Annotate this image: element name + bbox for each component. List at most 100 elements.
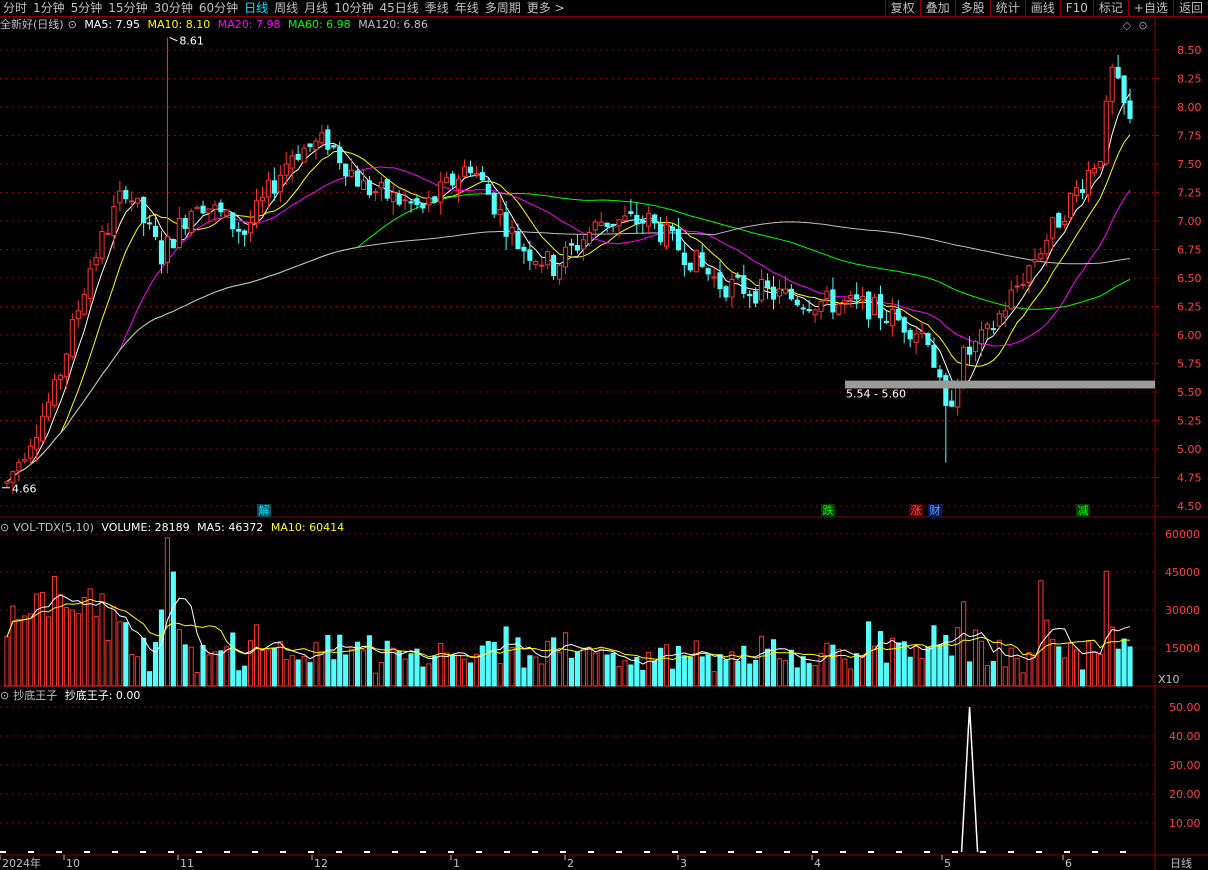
volume-bar bbox=[1056, 646, 1062, 687]
candle-body bbox=[1068, 193, 1074, 218]
candle-body bbox=[182, 217, 188, 229]
candle-body bbox=[818, 301, 824, 312]
volume-bar bbox=[592, 652, 598, 687]
candle-body bbox=[455, 178, 462, 190]
volume-bar bbox=[283, 659, 289, 687]
candle-body bbox=[1115, 66, 1121, 79]
candle-body bbox=[699, 252, 705, 267]
price-tick-label: 8.00 bbox=[1177, 101, 1202, 114]
candle-body bbox=[99, 231, 105, 259]
volume-bar bbox=[22, 615, 28, 687]
volume-bar bbox=[961, 601, 967, 687]
candle-body bbox=[741, 275, 747, 294]
candle-body bbox=[782, 288, 788, 294]
candle-body bbox=[931, 344, 937, 368]
volume-bar bbox=[325, 634, 331, 687]
volume-bar bbox=[913, 645, 919, 687]
volume-bar bbox=[1073, 649, 1080, 687]
candle-body bbox=[663, 224, 670, 247]
volume-bar bbox=[586, 646, 592, 687]
volume-bar bbox=[117, 621, 123, 687]
candle-body bbox=[129, 200, 135, 203]
candle-body bbox=[1097, 161, 1103, 168]
volume-bar bbox=[402, 658, 408, 687]
volume-bar bbox=[503, 626, 509, 687]
price-tick-label: 7.00 bbox=[1177, 215, 1202, 228]
candle-body bbox=[871, 296, 878, 316]
volume-bar bbox=[782, 660, 788, 687]
volume-bar bbox=[218, 650, 224, 687]
candle-body bbox=[794, 299, 800, 306]
kline-chart[interactable]: 8.50 8.25 8.00 7.75 7.50 7.25 7.00 6.75 6.50 6.25… bbox=[0, 0, 1208, 870]
date-label: 11 bbox=[180, 857, 194, 870]
candle-body bbox=[598, 221, 604, 226]
candle-body bbox=[860, 296, 866, 301]
candle-body bbox=[366, 180, 373, 196]
candle-body bbox=[307, 143, 313, 148]
candle-body bbox=[990, 328, 996, 331]
volume-bar bbox=[289, 654, 295, 687]
volume-bar bbox=[69, 609, 75, 687]
candle-body bbox=[473, 172, 479, 176]
event-marker-label: 涨 bbox=[911, 504, 922, 517]
volume-bar bbox=[34, 593, 40, 687]
volume-bar bbox=[242, 665, 248, 687]
volume-bar bbox=[236, 670, 242, 687]
volume-bar bbox=[16, 618, 22, 687]
candle-body bbox=[16, 462, 22, 472]
candle-body bbox=[343, 163, 349, 177]
candle-body bbox=[1062, 221, 1068, 226]
volume-bar bbox=[366, 635, 373, 687]
candle-body bbox=[105, 232, 111, 235]
candle-body bbox=[479, 172, 485, 181]
candle-body bbox=[438, 181, 444, 203]
candle-body bbox=[485, 183, 491, 195]
indicator-spike bbox=[960, 706, 979, 853]
volume-bar bbox=[1079, 669, 1086, 687]
candle-body bbox=[4, 481, 10, 484]
candle-body bbox=[996, 313, 1002, 327]
candle-body bbox=[1085, 170, 1092, 196]
volume-bar bbox=[1085, 641, 1092, 687]
volume-bar bbox=[360, 649, 367, 687]
volume-bar bbox=[901, 641, 907, 687]
volume-bar bbox=[444, 652, 450, 687]
volume-bar bbox=[568, 657, 575, 687]
candle-body bbox=[390, 192, 396, 202]
candle-body bbox=[28, 445, 34, 459]
candle-body bbox=[836, 303, 842, 315]
settings-icon: ⊙ bbox=[1138, 19, 1147, 32]
candle-body bbox=[248, 221, 254, 234]
volume-bar bbox=[259, 649, 266, 687]
candle-body bbox=[467, 166, 474, 174]
candle-body bbox=[955, 385, 961, 408]
candle-body bbox=[141, 196, 147, 223]
stock-name: 全新好(日线) bbox=[0, 18, 64, 31]
volume-bar bbox=[1109, 626, 1115, 687]
candle-body bbox=[218, 202, 224, 213]
volume-bar bbox=[652, 660, 658, 687]
price-tick-label: 7.50 bbox=[1177, 158, 1202, 171]
ma60-line bbox=[6, 192, 1131, 483]
candle-body bbox=[545, 251, 551, 266]
ind-menu-icon[interactable]: ⊙ bbox=[0, 689, 9, 702]
volume-bar bbox=[551, 637, 557, 687]
candle-body bbox=[907, 330, 913, 340]
candle-body bbox=[735, 274, 741, 278]
volume-bar bbox=[248, 640, 254, 687]
candle-body bbox=[729, 278, 735, 298]
vol-menu-icon[interactable]: ⊙ bbox=[0, 521, 9, 534]
volume-bar bbox=[75, 613, 81, 687]
volume-bar bbox=[277, 640, 283, 687]
candle-body bbox=[592, 221, 598, 231]
candle-body bbox=[901, 317, 907, 333]
volume-bar bbox=[147, 671, 153, 687]
diamond-icon: ◇ bbox=[1123, 19, 1132, 32]
dropdown-icon[interactable]: ⊙ bbox=[68, 18, 77, 31]
candle-body bbox=[319, 132, 325, 144]
volume-bar bbox=[1121, 638, 1127, 687]
candle-body bbox=[170, 238, 176, 249]
candle-body bbox=[1044, 239, 1050, 255]
volume-bar bbox=[432, 655, 438, 687]
volume-bar bbox=[788, 649, 794, 687]
